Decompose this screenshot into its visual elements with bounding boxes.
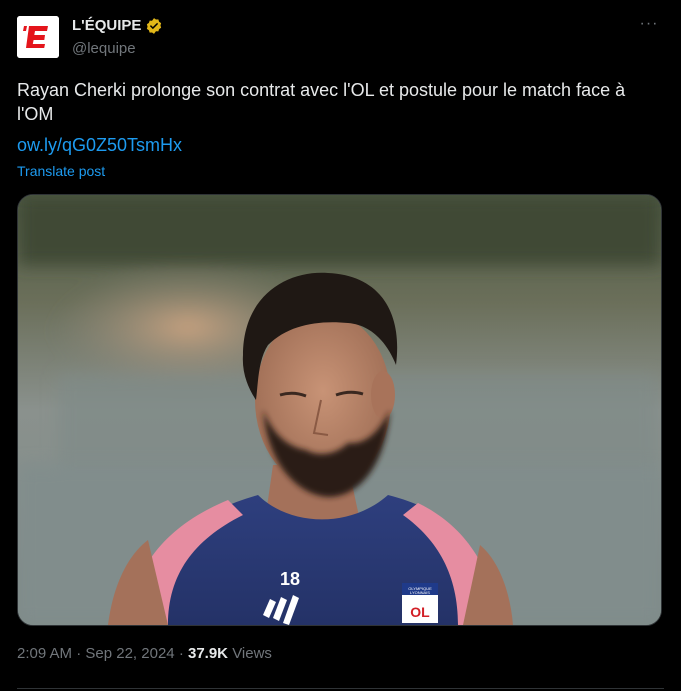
views-count[interactable]: 37.9K	[188, 645, 228, 662]
tweet-text: Rayan Cherki prolonge son contrat avec l…	[17, 80, 626, 124]
more-dots-icon: ···	[639, 15, 659, 32]
author-handle[interactable]: @lequipe	[72, 39, 136, 59]
tweet-media-photo[interactable]: 18 OLYMPIQUE LYONNAIS OL	[17, 194, 662, 626]
tweet-link[interactable]: ow.ly/qG0Z50TsmHx	[17, 133, 182, 157]
lequipe-logo-icon	[17, 16, 59, 58]
jersey-number: 18	[280, 569, 300, 589]
meta-separator-2: ·	[178, 645, 184, 662]
tweet-date[interactable]: Sep 22, 2024	[85, 645, 174, 662]
verified-badge-icon[interactable]	[145, 17, 163, 35]
meta-separator: ·	[76, 645, 82, 662]
player-photo: 18 OLYMPIQUE LYONNAIS OL	[18, 195, 661, 625]
divider	[17, 688, 664, 689]
tweet-time[interactable]: 2:09 AM	[17, 645, 72, 662]
svg-text:LYONNAIS: LYONNAIS	[410, 590, 430, 595]
views-label: Views	[232, 645, 272, 662]
tweet-meta: 2:09 AM · Sep 22, 2024 · 37.9K Views	[17, 644, 272, 664]
svg-text:OL: OL	[410, 604, 430, 620]
translate-post-button[interactable]: Translate post	[17, 162, 105, 180]
author-avatar[interactable]	[17, 16, 59, 58]
more-options-button[interactable]: ···	[637, 14, 661, 38]
author-name-row[interactable]: L'ÉQUIPE	[72, 16, 163, 36]
ol-crest-icon: OLYMPIQUE LYONNAIS OL	[402, 583, 438, 623]
author-display-name[interactable]: L'ÉQUIPE	[72, 16, 141, 36]
